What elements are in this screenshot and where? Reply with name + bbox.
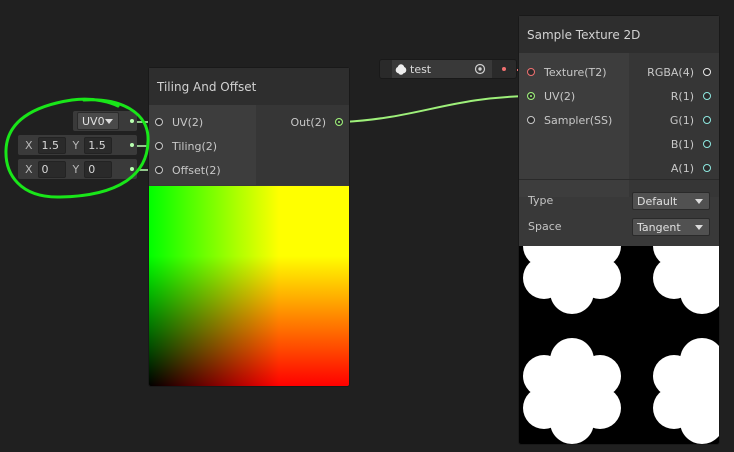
uv-preview bbox=[149, 186, 349, 386]
setting-type-row: Type Default bbox=[528, 192, 710, 210]
node-title[interactable]: Sample Texture 2D bbox=[519, 16, 719, 53]
port-label: Offset(2) bbox=[172, 163, 221, 177]
cloud-icon bbox=[395, 63, 407, 75]
chevron-down-icon bbox=[695, 199, 703, 204]
port-label: R(1) bbox=[670, 89, 694, 103]
type-dropdown[interactable]: Default bbox=[632, 192, 710, 210]
port-sampler-in[interactable]: Sampler(SS) bbox=[527, 111, 612, 129]
space-value: Tangent bbox=[637, 220, 681, 234]
port-label: UV(2) bbox=[172, 115, 204, 129]
port-socket-icon[interactable] bbox=[703, 68, 711, 76]
port-out[interactable]: Out(2) bbox=[290, 113, 343, 131]
property-name: test bbox=[410, 62, 432, 76]
port-b-out[interactable]: B(1) bbox=[671, 135, 711, 153]
port-label: Sampler(SS) bbox=[544, 113, 613, 127]
texture-property-node[interactable]: test bbox=[380, 60, 516, 78]
port-label: UV(2) bbox=[544, 89, 576, 103]
port-label: Tiling(2) bbox=[172, 139, 218, 153]
property-out-dot[interactable] bbox=[502, 67, 506, 71]
setting-space-row: Space Tangent bbox=[528, 218, 710, 236]
port-socket-icon[interactable] bbox=[703, 164, 711, 172]
port-texture-in[interactable]: Texture(T2) bbox=[527, 63, 607, 81]
space-dropdown[interactable]: Tangent bbox=[632, 218, 710, 236]
port-socket-icon[interactable] bbox=[527, 116, 535, 124]
port-offset-in[interactable]: Offset(2) bbox=[155, 161, 221, 179]
port-label: G(1) bbox=[669, 113, 694, 127]
port-socket-icon[interactable] bbox=[703, 140, 711, 148]
sample-texture-2d-node[interactable]: Sample Texture 2D Texture(T2) UV(2) Samp… bbox=[519, 16, 719, 444]
port-socket-icon[interactable] bbox=[703, 92, 711, 100]
setting-type-label: Type bbox=[528, 194, 554, 207]
node-title[interactable]: Tiling And Offset bbox=[149, 68, 349, 105]
tiling-and-offset-node[interactable]: Tiling And Offset UV(2) Tiling(2) Offset… bbox=[149, 68, 349, 386]
port-label: A(1) bbox=[670, 161, 694, 175]
annotation-circle bbox=[4, 97, 150, 199]
chevron-down-icon bbox=[695, 225, 703, 230]
port-label: Texture(T2) bbox=[544, 65, 607, 79]
shader-graph-canvas[interactable]: UV0 X 1.5 Y 1.5 X 0 Y 0 Tiling And Offse… bbox=[0, 0, 734, 452]
port-rgba-out[interactable]: RGBA(4) bbox=[647, 63, 711, 81]
port-a-out[interactable]: A(1) bbox=[671, 159, 711, 177]
setting-space-label: Space bbox=[528, 220, 562, 233]
port-socket-icon[interactable] bbox=[527, 68, 535, 76]
port-tiling-in[interactable]: Tiling(2) bbox=[155, 137, 217, 155]
port-socket-icon[interactable] bbox=[527, 92, 535, 100]
property-field: test bbox=[392, 60, 492, 78]
port-socket-icon[interactable] bbox=[703, 116, 711, 124]
texture-preview bbox=[519, 246, 719, 444]
port-socket-icon[interactable] bbox=[335, 118, 343, 126]
port-label: Out(2) bbox=[290, 115, 326, 129]
type-value: Default bbox=[637, 194, 678, 208]
port-g-out[interactable]: G(1) bbox=[670, 111, 711, 129]
port-label: B(1) bbox=[670, 137, 694, 151]
port-uv-in[interactable]: UV(2) bbox=[155, 113, 203, 131]
port-label: RGBA(4) bbox=[647, 65, 694, 79]
settings-divider bbox=[519, 179, 719, 180]
port-r-out[interactable]: R(1) bbox=[671, 87, 711, 105]
wire-out-to-uv bbox=[342, 95, 532, 123]
port-uv-in[interactable]: UV(2) bbox=[527, 87, 575, 105]
target-icon[interactable] bbox=[474, 63, 486, 75]
